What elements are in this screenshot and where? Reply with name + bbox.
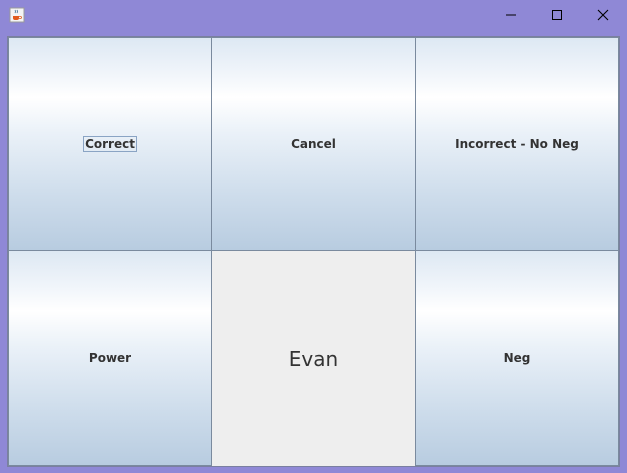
cancel-button[interactable]: Cancel <box>211 37 416 251</box>
maximize-icon <box>551 9 563 21</box>
power-button-label: Power <box>88 351 132 365</box>
minimize-button[interactable] <box>488 0 534 30</box>
player-name-label: Evan <box>212 251 415 466</box>
minimize-icon <box>505 9 517 21</box>
maximize-button[interactable] <box>534 0 580 30</box>
close-button[interactable] <box>580 0 626 30</box>
neg-button-label: Neg <box>503 351 531 365</box>
neg-button[interactable]: Neg <box>415 250 619 466</box>
incorrect-no-neg-button[interactable]: Incorrect - No Neg <box>415 37 619 251</box>
power-button[interactable]: Power <box>8 250 212 466</box>
player-name: Evan <box>288 346 339 371</box>
close-icon <box>597 9 609 21</box>
correct-button[interactable]: Correct <box>8 37 212 251</box>
java-cup-icon[interactable] <box>9 7 25 23</box>
correct-button-label: Correct <box>83 136 137 152</box>
button-grid-panel: Correct Cancel Incorrect - No Neg Power … <box>7 36 620 467</box>
title-bar[interactable] <box>0 0 627 30</box>
cancel-button-label: Cancel <box>291 137 336 151</box>
incorrect-no-neg-button-label: Incorrect - No Neg <box>455 137 579 151</box>
